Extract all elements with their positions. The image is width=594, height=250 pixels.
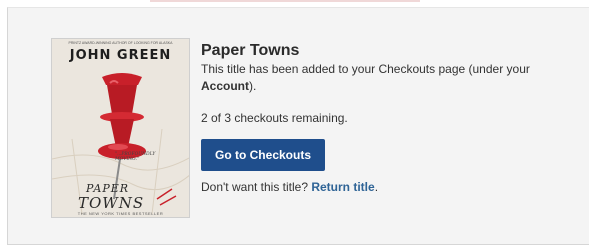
return-title-link[interactable]: Return title xyxy=(311,180,374,194)
confirmation-content: Paper Towns This title has been added to… xyxy=(201,41,581,195)
return-prompt-text: Don't want this title? xyxy=(201,180,312,194)
top-accent-line xyxy=(150,0,420,2)
account-label: Account xyxy=(201,79,249,93)
cover-quote: "...PROFOUNDLY MOVING." xyxy=(115,152,156,162)
cover-tagline: PRINTZ AWARD-WINNING AUTHOR OF LOOKING F… xyxy=(68,41,173,45)
go-to-checkouts-button[interactable]: Go to Checkouts xyxy=(201,139,325,171)
return-prompt-suffix: . xyxy=(374,180,379,194)
book-title: Paper Towns xyxy=(201,42,300,59)
checkouts-remaining: 2 of 3 checkouts remaining. xyxy=(201,111,348,125)
added-message: This title has been added to your Checko… xyxy=(201,61,581,95)
cover-title-bottom: TOWNS xyxy=(78,194,145,212)
return-prompt: Don't want this title? Return title. xyxy=(201,179,581,195)
checkout-confirmation-panel: PRINTZ AWARD-WINNING AUTHOR OF LOOKING F… xyxy=(7,7,589,245)
book-cover: PRINTZ AWARD-WINNING AUTHOR OF LOOKING F… xyxy=(51,38,190,218)
added-message-text: This title has been added to your Checko… xyxy=(201,62,530,76)
cover-author: JOHN GREEN xyxy=(69,48,172,63)
top-bar xyxy=(0,0,594,6)
added-message-end: ). xyxy=(249,79,257,93)
cover-bestseller: THE NEW YORK TIMES BESTSELLER xyxy=(77,211,164,216)
